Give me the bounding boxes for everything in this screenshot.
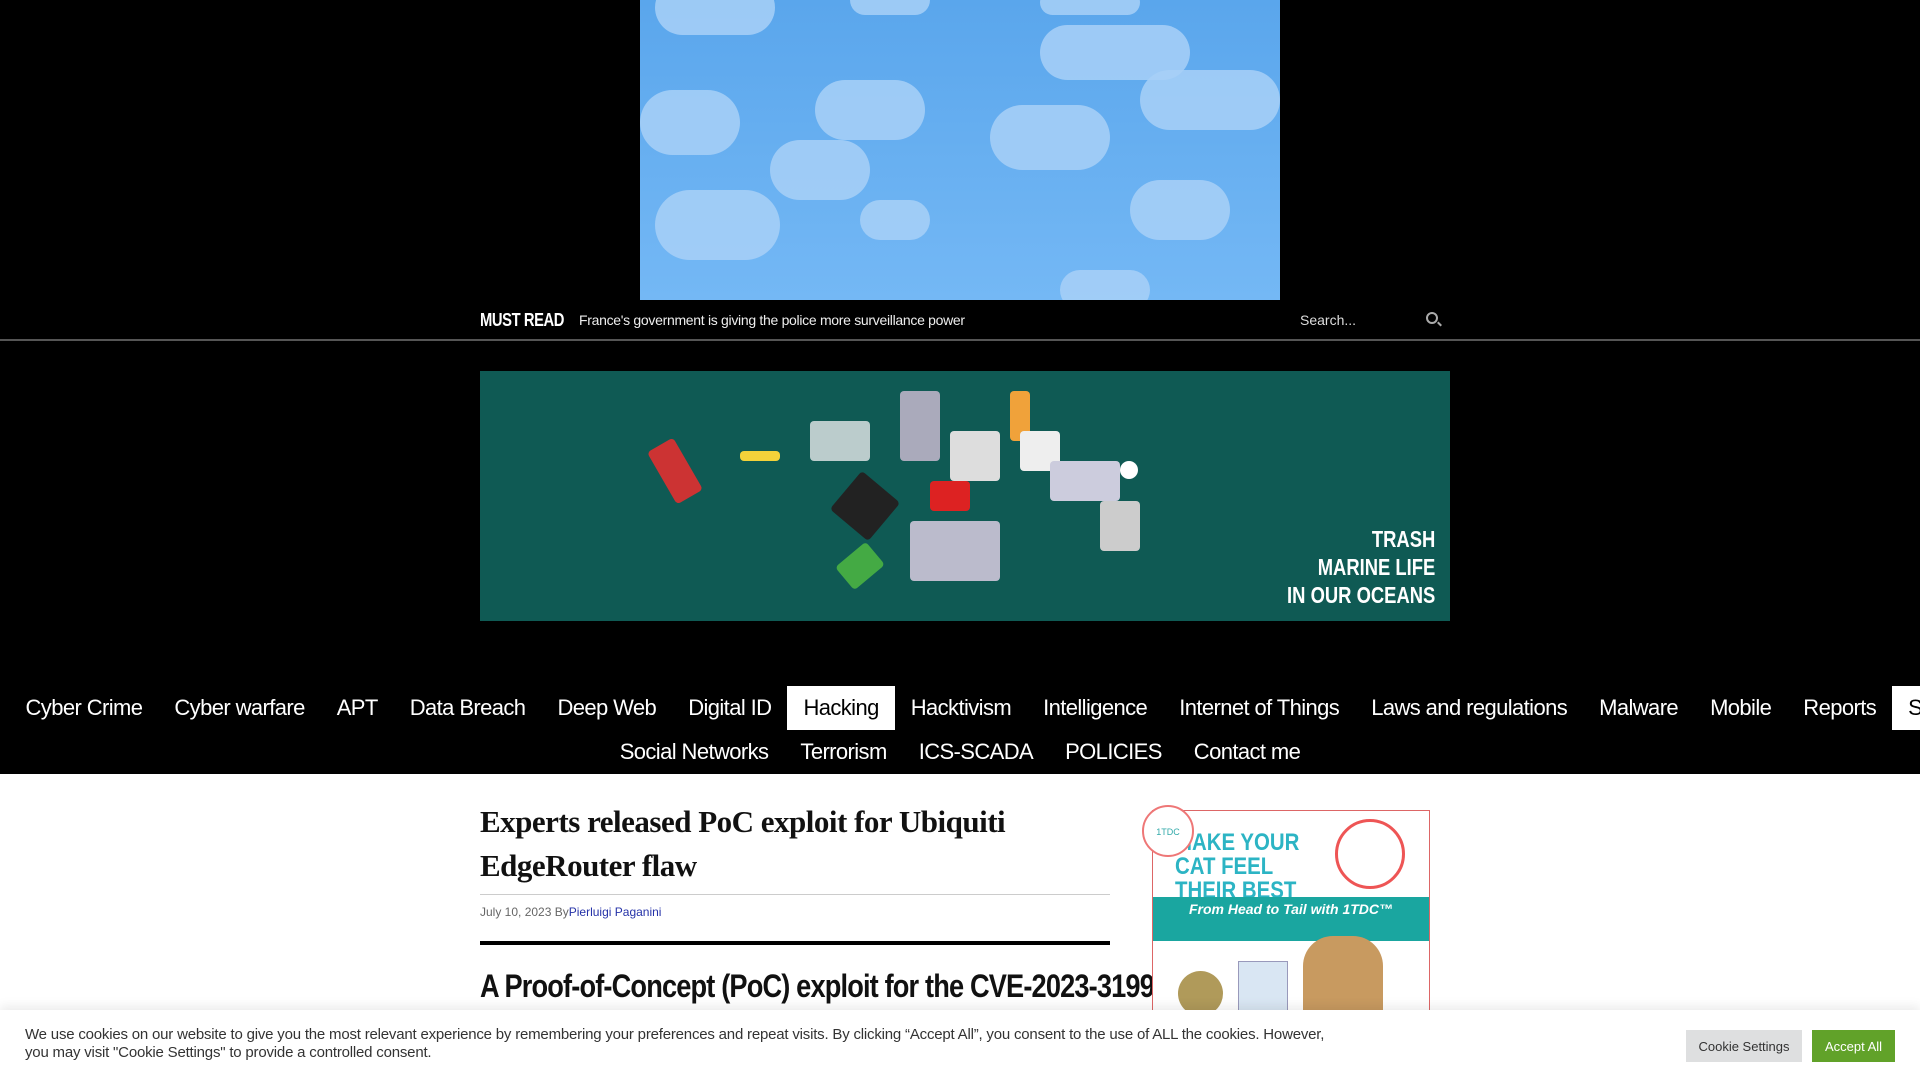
author-link[interactable]: Pierluigi Paganini <box>569 905 662 919</box>
header-area: MUST READ France's government is giving … <box>0 0 1920 774</box>
product-image <box>1335 819 1405 889</box>
main-navigation: HomeCyber CrimeCyber warfareAPTData Brea… <box>0 686 1920 774</box>
nav-item-internet-of-things[interactable]: Internet of Things <box>1163 686 1355 730</box>
nav-item-security[interactable]: Security <box>1892 686 1920 730</box>
ad-headline: MAKE YOUR CAT FEEL THEIR BEST <box>1175 829 1300 904</box>
nav-row-1: HomeCyber CrimeCyber warfareAPTData Brea… <box>0 686 1920 730</box>
nav-item-digital-id[interactable]: Digital ID <box>672 686 787 730</box>
article-date: July 10, 2023 <box>480 905 552 919</box>
nav-item-reports[interactable]: Reports <box>1787 686 1892 730</box>
nav-item-apt[interactable]: APT <box>321 686 394 730</box>
nav-item-cyber-warfare[interactable]: Cyber warfare <box>158 686 320 730</box>
must-read-label: MUST READ <box>480 310 565 330</box>
top-advertisement[interactable] <box>640 0 1280 300</box>
nav-row-2: Social Networks Terrorism ICS-SCADA POLICIE… <box>0 730 1920 774</box>
must-read-bar: MUST READ France's government is giving … <box>0 300 1920 341</box>
article-meta: July 10, 2023 ByPierluigi Paganini <box>480 894 1110 945</box>
must-read-headline-link[interactable]: France's government is giving the police… <box>579 312 965 328</box>
sidebar-advertisement[interactable]: MAKE YOUR CAT FEEL THEIR BEST From Head … <box>1152 810 1430 1040</box>
search-icon[interactable] <box>1426 312 1438 324</box>
nav-item-home[interactable]: Home <box>0 686 10 730</box>
cookie-message: We use cookies on our website to give yo… <box>25 1026 1325 1061</box>
banner-text: TRASH MARINE LIFE IN OUR OCEANS <box>1287 525 1435 609</box>
nav-item-intelligence[interactable]: Intelligence <box>1027 686 1163 730</box>
banner-advertisement[interactable]: TRASH MARINE LIFE IN OUR OCEANS <box>480 371 1450 621</box>
nav-item-hacktivism[interactable]: Hacktivism <box>895 686 1027 730</box>
banner-line: MARINE LIFE <box>1317 554 1435 580</box>
cookie-settings-button[interactable]: Cookie Settings <box>1686 1030 1802 1062</box>
nav-item-policies[interactable]: POLICIES <box>1049 730 1178 774</box>
nav-item-social-networks[interactable]: Social Networks <box>604 730 785 774</box>
nav-item-laws-and-regulations[interactable]: Laws and regulations <box>1355 686 1583 730</box>
by-label: By <box>554 905 569 919</box>
banner-line: IN OUR OCEANS <box>1286 582 1435 608</box>
nav-item-data-breach[interactable]: Data Breach <box>394 686 542 730</box>
nav-item-malware[interactable]: Malware <box>1583 686 1694 730</box>
nav-item-cyber-crime[interactable]: Cyber Crime <box>10 686 159 730</box>
nav-item-deep-web[interactable]: Deep Web <box>541 686 672 730</box>
nav-item-ics-scada[interactable]: ICS-SCADA <box>903 730 1049 774</box>
banner-line: TRASH <box>1371 526 1435 552</box>
cookie-banner: We use cookies on our website to give yo… <box>0 1010 1920 1080</box>
article-title: Experts released PoC exploit for Ubiquit… <box>480 804 1006 883</box>
nav-item-mobile[interactable]: Mobile <box>1694 686 1787 730</box>
ad-tagline: From Head to Tail with 1TDC™ <box>1153 897 1429 941</box>
nav-item-contact-me[interactable]: Contact me <box>1178 730 1317 774</box>
brand-logo: 1TDC <box>1142 805 1194 857</box>
nav-item-terrorism[interactable]: Terrorism <box>784 730 902 774</box>
accept-all-button[interactable]: Accept All <box>1812 1030 1895 1062</box>
article-subheading: A Proof-of-Concept (PoC) exploit for the… <box>480 968 1169 1004</box>
nav-item-hacking[interactable]: Hacking <box>787 686 895 730</box>
